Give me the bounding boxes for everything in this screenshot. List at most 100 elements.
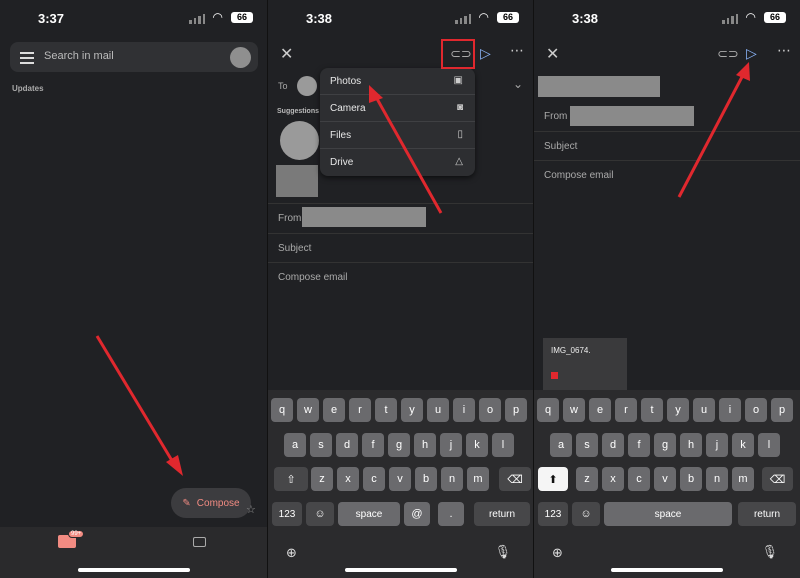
body-field[interactable]: Compose email (268, 262, 533, 290)
key-u[interactable]: u (427, 398, 449, 422)
key-c[interactable]: c (363, 467, 385, 491)
microphone-icon[interactable]: 🎙 (494, 544, 511, 560)
attach-menu-item-files[interactable]: Files ▯ (320, 122, 475, 149)
at-key[interactable]: @ (404, 502, 430, 526)
key-r[interactable]: r (615, 398, 637, 422)
attach-menu-item-photos[interactable]: Photos ▣ (320, 68, 475, 95)
key-j[interactable]: j (440, 433, 462, 457)
send-icon[interactable]: ▷ (480, 45, 491, 62)
microphone-icon[interactable]: 🎙 (761, 544, 778, 560)
key-h[interactable]: h (414, 433, 436, 457)
key-w[interactable]: w (563, 398, 585, 422)
return-key[interactable]: return (474, 502, 530, 526)
video-meet-icon[interactable] (193, 537, 206, 547)
subject-input[interactable]: Subject (278, 243, 311, 254)
numbers-key[interactable]: 123 (538, 502, 568, 526)
space-key[interactable]: space (338, 502, 400, 526)
key-c[interactable]: c (628, 467, 650, 491)
key-m[interactable]: m (467, 467, 489, 491)
attach-menu-item-camera[interactable]: Camera ◙ (320, 95, 475, 122)
key-l[interactable]: l (758, 433, 780, 457)
key-a[interactable]: a (284, 433, 306, 457)
numbers-key[interactable]: 123 (272, 502, 302, 526)
key-d[interactable]: d (336, 433, 358, 457)
subject-field[interactable]: Subject (268, 233, 533, 261)
star-icon[interactable]: ☆ (246, 503, 256, 516)
key-j[interactable]: j (706, 433, 728, 457)
more-options-icon[interactable]: ⋯ (777, 42, 792, 59)
suggestion-avatar[interactable] (280, 121, 319, 160)
key-n[interactable]: n (441, 467, 463, 491)
key-e[interactable]: e (589, 398, 611, 422)
key-s[interactable]: s (576, 433, 598, 457)
key-y[interactable]: y (401, 398, 423, 422)
key-i[interactable]: i (719, 398, 741, 422)
search-bar[interactable]: Search in mail (10, 42, 258, 72)
key-b[interactable]: b (680, 467, 702, 491)
key-u[interactable]: u (693, 398, 715, 422)
compose-button[interactable]: ✎ Compose (171, 488, 251, 518)
from-field[interactable]: From (268, 203, 533, 231)
body-input[interactable]: Compose email (278, 272, 347, 283)
key-t[interactable]: t (641, 398, 663, 422)
key-g[interactable]: g (388, 433, 410, 457)
globe-icon[interactable]: ⊕ (286, 545, 297, 561)
send-icon[interactable]: ▷ (746, 45, 757, 62)
key-v[interactable]: v (389, 467, 411, 491)
body-input[interactable]: Compose email (544, 170, 613, 181)
recipient-chip[interactable] (297, 76, 317, 96)
key-a[interactable]: a (550, 433, 572, 457)
key-d[interactable]: d (602, 433, 624, 457)
close-icon[interactable]: ✕ (546, 44, 559, 64)
body-field[interactable]: Compose email (534, 160, 800, 188)
close-icon[interactable]: ✕ (280, 44, 293, 64)
key-s[interactable]: s (310, 433, 332, 457)
subject-field[interactable]: Subject (534, 131, 800, 159)
dot-key[interactable]: . (438, 502, 464, 526)
globe-icon[interactable]: ⊕ (552, 545, 563, 561)
key-q[interactable]: q (537, 398, 559, 422)
account-avatar[interactable] (230, 47, 251, 68)
key-y[interactable]: y (667, 398, 689, 422)
shift-key[interactable]: ⬆ (538, 467, 568, 491)
key-o[interactable]: o (479, 398, 501, 422)
emoji-key[interactable]: ☺ (306, 502, 334, 526)
attachment-thumbnail[interactable]: IMG_0674. (543, 338, 627, 390)
key-m[interactable]: m (732, 467, 754, 491)
key-p[interactable]: p (771, 398, 793, 422)
key-r[interactable]: r (349, 398, 371, 422)
key-k[interactable]: k (466, 433, 488, 457)
attach-icon[interactable]: ⊂⊃ (717, 46, 739, 62)
key-w[interactable]: w (297, 398, 319, 422)
chevron-down-icon[interactable]: ⌄ (513, 77, 523, 91)
key-e[interactable]: e (323, 398, 345, 422)
key-l[interactable]: l (492, 433, 514, 457)
backspace-key[interactable]: ⌫ (499, 467, 531, 491)
key-p[interactable]: p (505, 398, 527, 422)
key-x[interactable]: x (602, 467, 624, 491)
menu-icon[interactable] (20, 52, 34, 67)
key-q[interactable]: q (271, 398, 293, 422)
attach-menu-item-drive[interactable]: Drive △ (320, 149, 475, 176)
key-h[interactable]: h (680, 433, 702, 457)
key-n[interactable]: n (706, 467, 728, 491)
key-z[interactable]: z (311, 467, 333, 491)
key-z[interactable]: z (576, 467, 598, 491)
key-f[interactable]: f (362, 433, 384, 457)
key-g[interactable]: g (654, 433, 676, 457)
key-v[interactable]: v (654, 467, 676, 491)
backspace-key[interactable]: ⌫ (762, 467, 793, 491)
subject-input[interactable]: Subject (544, 141, 577, 152)
key-o[interactable]: o (745, 398, 767, 422)
key-x[interactable]: x (337, 467, 359, 491)
key-b[interactable]: b (415, 467, 437, 491)
key-k[interactable]: k (732, 433, 754, 457)
space-key[interactable]: space (604, 502, 732, 526)
from-field[interactable]: From (534, 102, 800, 130)
key-t[interactable]: t (375, 398, 397, 422)
key-i[interactable]: i (453, 398, 475, 422)
return-key[interactable]: return (738, 502, 796, 526)
key-f[interactable]: f (628, 433, 650, 457)
emoji-key[interactable]: ☺ (572, 502, 600, 526)
mail-nav-icon[interactable]: 99+ (58, 530, 85, 548)
